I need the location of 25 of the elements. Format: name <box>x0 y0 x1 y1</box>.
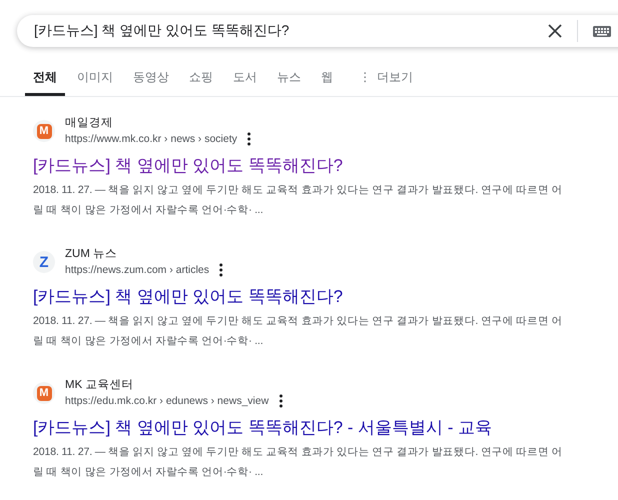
search-tab[interactable]: 뉴스 <box>269 61 309 96</box>
search-tab[interactable]: 이미지 <box>69 61 121 96</box>
search-tab[interactable]: 도서 <box>225 61 265 96</box>
more-tab[interactable]: ⋮ 더보기 <box>345 61 421 96</box>
search-input[interactable]: [카드뉴스] 책 옆에만 있어도 똑똑해진다? <box>34 23 543 39</box>
site-logo: M <box>33 120 55 142</box>
search-tab[interactable]: 동영상 <box>125 61 177 96</box>
search-tab[interactable]: 웹 <box>313 61 341 96</box>
search-field[interactable]: [카드뉴스] 책 옆에만 있어도 똑똑해진다? <box>17 15 618 47</box>
site-name: ZUM 뉴스 <box>65 247 118 262</box>
result-url: https://news.zum.com › articles <box>65 263 210 278</box>
search-tab[interactable]: 쇼핑 <box>181 61 221 96</box>
search-tab[interactable]: 전체 <box>25 61 65 96</box>
result-snippet: 2018. 11. 27. — 책을 읽지 않고 옆에 두기만 해도 교육적 효과가 있다는 연구 결과가 발표됐다. 연구에 따르면 어 릴 때 책이 많은 가정에서 자랄수록 언어·수학· ... <box>33 314 564 349</box>
site-name: 매일경제 <box>65 116 114 131</box>
result-title-link[interactable]: [카드뉴스] 책 옆에만 있어도 똑똑해진다? - 서울특별시 - 교육 <box>33 417 492 439</box>
result-title-link[interactable]: [카드뉴스] 책 옆에만 있어도 똑똑해진다? <box>33 286 343 308</box>
result-url: https://edu.mk.co.kr › edunews › news_view <box>65 394 269 409</box>
result-url: https://www.mk.co.kr › news › society <box>65 132 238 147</box>
result-title-link[interactable]: [카드뉴스] 책 옆에만 있어도 똑똑해진다? <box>33 155 343 177</box>
site-logo: Z <box>33 251 55 273</box>
result-snippet: 2018. 11. 27. — 책을 읽지 않고 옆에 두기만 해도 교육적 효과가 있다는 연구 결과가 발표됐다. 연구에 따르면 어 릴 때 책이 많은 가정에서 자랄수록 언어·수학· ... <box>33 445 564 480</box>
result-snippet: 2018. 11. 27. — 책을 읽지 않고 옆에 두기만 해도 교육적 효과가 있다는 연구 결과가 발표됐다. 연구에 따르면 어 릴 때 책이 많은 가정에서 자랄수록 언어·수학· ... <box>33 183 564 218</box>
site-logo: M <box>33 382 55 404</box>
site-name: MK 교육센터 <box>65 378 134 393</box>
